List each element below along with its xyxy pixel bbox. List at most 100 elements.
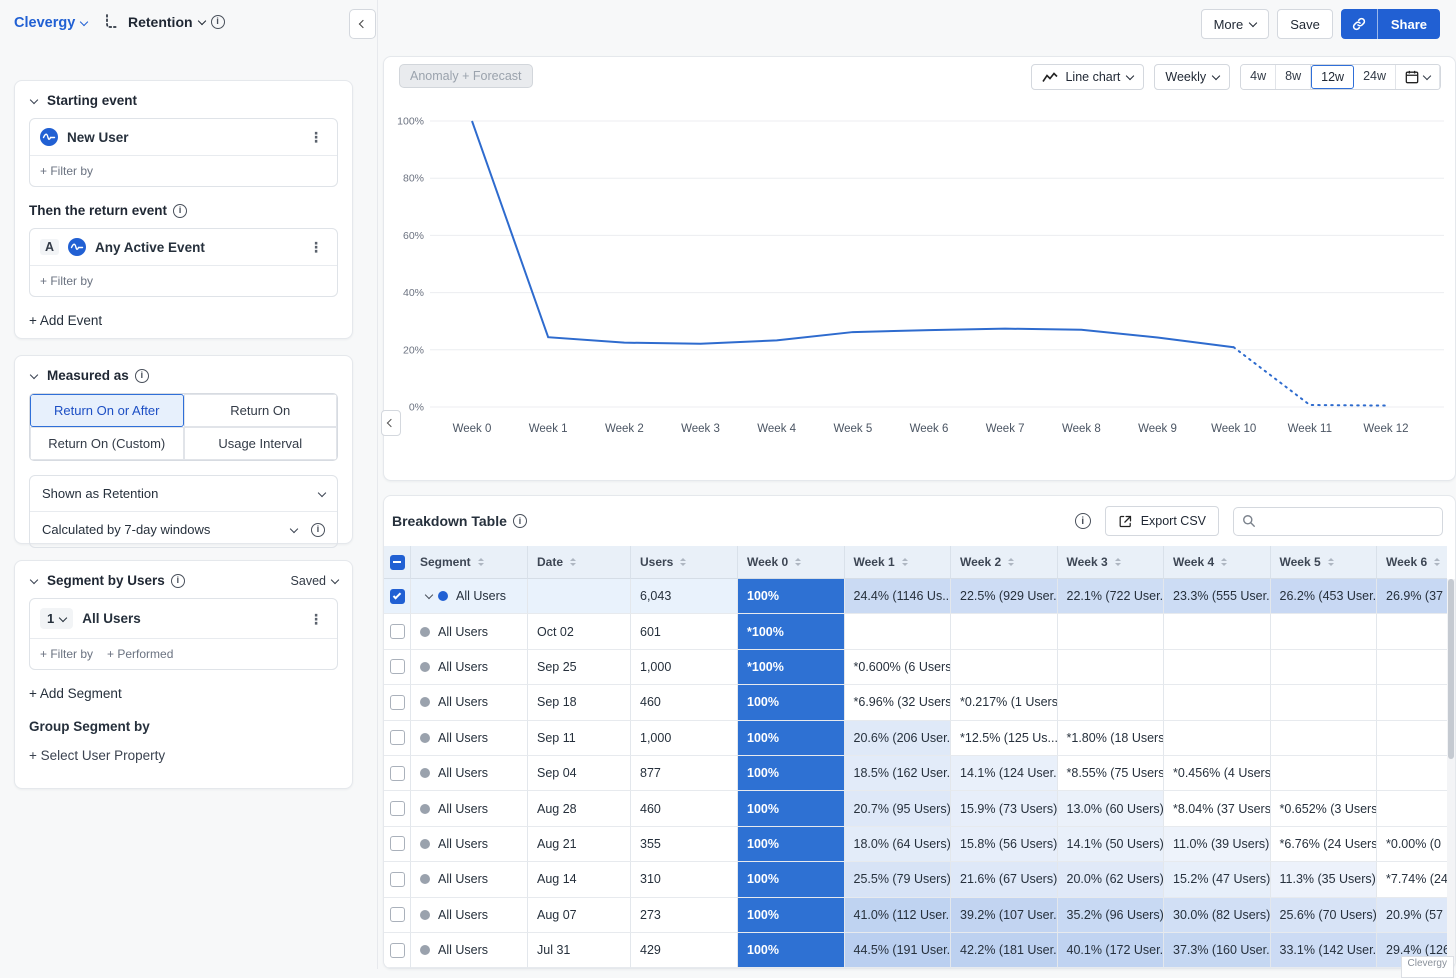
row-checkbox[interactable] [384,827,411,862]
range-option-4w[interactable]: 4w [1241,65,1276,89]
week-4-cell: *8.04% (37 Users) [1164,791,1271,826]
segment-row[interactable]: 1 All Users ⋮ [30,599,337,638]
kebab-menu-icon[interactable]: ⋮ [305,128,327,146]
measured-as-option[interactable]: Return On or After [30,394,184,427]
range-option-24w[interactable]: 24w [1354,65,1396,89]
row-checkbox[interactable] [384,650,411,685]
workspace-switcher[interactable]: Clevergy [14,15,87,31]
column-header-week-6[interactable]: Week 6 [1377,546,1447,579]
share-button[interactable]: Share [1377,9,1440,39]
date-cell: Aug 28 [528,791,631,826]
copy-link-button[interactable] [1341,9,1377,39]
anomaly-forecast-button[interactable]: Anomaly + Forecast [399,64,533,88]
expand-row-icon[interactable] [425,591,433,599]
column-header-segment[interactable]: Segment [411,546,528,579]
table-row[interactable]: All UsersOct 02601*100% [384,614,1447,649]
shown-as-dropdown[interactable]: Shown as Retention [30,476,337,511]
week-1-cell: 24.4% (1146 Us... [845,579,952,614]
filter-by-link[interactable]: + Filter by [40,274,93,288]
table-vertical-scrollbar[interactable] [1447,579,1455,968]
column-header-date[interactable]: Date [528,546,631,579]
table-row[interactable]: All UsersJul 31429100%44.5% (191 User...… [384,933,1447,968]
table-row[interactable]: All UsersAug 14310100%25.5% (79 Users)21… [384,862,1447,897]
users-cell: 355 [631,827,738,862]
table-row[interactable]: All UsersSep 251,000*100%*0.600% (6 User… [384,650,1447,685]
row-checkbox[interactable] [384,721,411,756]
measured-as-option[interactable]: Return On [184,394,338,427]
scrollbar-thumb[interactable] [1448,579,1454,759]
row-checkbox[interactable] [384,614,411,649]
chart-type-dropdown[interactable]: Line chart [1031,64,1144,90]
column-header-week-0[interactable]: Week 0 [738,546,845,579]
column-header-week-1[interactable]: Week 1 [845,546,952,579]
table-row[interactable]: All UsersAug 07273100%41.0% (112 User...… [384,898,1447,933]
breakdown-table[interactable]: SegmentDateUsersWeek 0Week 1Week 2Week 3… [384,546,1447,968]
add-segment-link[interactable]: + Add Segment [29,686,338,701]
row-checkbox[interactable] [384,898,411,933]
date-cell: Sep 11 [528,721,631,756]
performed-link[interactable]: + Performed [107,647,173,661]
save-button[interactable]: Save [1277,9,1333,39]
report-title-menu[interactable]: Retention i [103,13,225,30]
export-csv-button[interactable]: Export CSV [1105,506,1219,536]
info-icon[interactable]: i [513,514,527,528]
column-header-week-3[interactable]: Week 3 [1058,546,1165,579]
info-icon[interactable]: i [311,523,325,537]
select-all-checkbox[interactable] [384,546,411,579]
select-user-property-link[interactable]: + Select User Property [29,748,338,763]
retention-line-chart[interactable]: 0%20%40%60%80%100%Week 0Week 1Week 2Week… [384,93,1444,498]
interval-dropdown[interactable]: Weekly [1154,64,1230,90]
table-row[interactable]: All UsersSep 18460100%*6.96% (32 Users)*… [384,685,1447,720]
range-option-8w[interactable]: 8w [1276,65,1311,89]
table-row[interactable]: All UsersSep 04877100%18.5% (162 User...… [384,756,1447,791]
calculated-by-dropdown[interactable]: Calculated by 7-day windows i [30,511,337,547]
info-icon[interactable]: i [135,369,149,383]
column-header-users[interactable]: Users [631,546,738,579]
users-cell: 877 [631,756,738,791]
row-checkbox[interactable] [384,791,411,826]
segment-index[interactable]: 1 [40,608,73,629]
starting-event-section-header[interactable]: Starting event [29,93,338,108]
info-icon[interactable]: i [1075,513,1091,529]
row-checkbox[interactable] [384,685,411,720]
event-row[interactable]: New User ⋮ [30,119,337,155]
segment-section-header[interactable]: Segment by Users i [29,573,185,588]
info-icon[interactable]: i [171,574,185,588]
week-6-cell [1377,685,1447,720]
collapse-sidebar-button[interactable] [349,9,376,39]
measured-as-option[interactable]: Return On (Custom) [30,427,184,460]
info-icon[interactable]: i [211,15,225,29]
section-title: Measured as [47,368,129,383]
column-header-week-2[interactable]: Week 2 [951,546,1058,579]
date-picker-button[interactable] [1396,65,1440,89]
info-icon[interactable]: i [173,204,187,218]
kebab-menu-icon[interactable]: ⋮ [305,238,327,256]
add-event-link[interactable]: + Add Event [29,313,338,328]
row-checkbox[interactable] [384,862,411,897]
filter-by-link[interactable]: + Filter by [40,647,93,661]
more-button[interactable]: More [1201,9,1270,39]
page-title: Retention [128,14,193,30]
week-5-cell [1271,614,1378,649]
event-row[interactable]: A Any Active Event ⋮ [30,229,337,265]
row-checkbox[interactable] [384,933,411,968]
chart-panel: Anomaly + Forecast Line chart Weekly 4w8… [383,56,1456,481]
measured-as-option[interactable]: Usage Interval [184,427,338,460]
range-option-12w[interactable]: 12w [1311,65,1354,89]
table-row[interactable]: All UsersSep 111,000100%20.6% (206 User.… [384,721,1447,756]
table-row[interactable]: All UsersAug 28460100%20.7% (95 Users)15… [384,791,1447,826]
table-row[interactable]: All Users6,043100%24.4% (1146 Us...22.5%… [384,579,1447,614]
table-row[interactable]: All UsersAug 21355100%18.0% (64 Users)15… [384,827,1447,862]
table-search[interactable] [1233,507,1443,536]
column-header-week-5[interactable]: Week 5 [1271,546,1378,579]
kebab-menu-icon[interactable]: ⋮ [305,610,327,628]
filter-by-link[interactable]: + Filter by [40,164,93,178]
measured-as-section-header[interactable]: Measured as i [29,368,338,383]
column-header-week-4[interactable]: Week 4 [1164,546,1271,579]
row-checkbox[interactable] [384,579,411,614]
row-checkbox[interactable] [384,756,411,791]
measured-as-panel: Measured as i Return On or AfterReturn O… [14,355,353,544]
saved-dropdown[interactable]: Saved [291,574,338,588]
search-input[interactable] [1262,514,1434,528]
collapse-chart-panel-button[interactable] [381,410,401,436]
